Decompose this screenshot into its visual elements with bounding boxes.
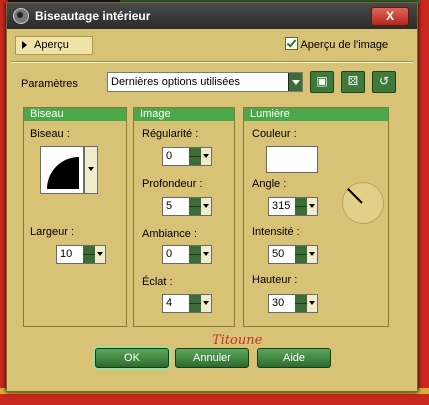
artist-signature: Titoune: [212, 333, 263, 348]
height-spinner[interactable]: 30: [268, 294, 308, 313]
floppy-disk-icon: ▣: [316, 74, 328, 88]
dice-icon: ⚄: [347, 74, 359, 88]
width-value: 10: [60, 248, 73, 260]
bevel-shape-dropdown[interactable]: [84, 146, 98, 194]
bevel-group-header: Biseau: [24, 108, 126, 121]
stepper-arrows[interactable]: [189, 246, 201, 263]
image-group: Image Régularité : 0 Profondeur : 5 Ambi…: [133, 107, 235, 327]
angle-dial[interactable]: [342, 182, 384, 224]
stepper-arrows[interactable]: [83, 246, 95, 263]
shine-dropdown[interactable]: [201, 294, 212, 313]
height-label: Hauteur :: [252, 274, 298, 286]
depth-label: Profondeur :: [142, 178, 203, 190]
width-label: Largeur :: [30, 226, 75, 238]
ok-button[interactable]: OK: [95, 348, 169, 368]
image-group-header: Image: [134, 108, 234, 121]
intensity-label: Intensité :: [252, 226, 300, 238]
intensity-dropdown[interactable]: [307, 245, 318, 264]
color-label: Couleur :: [252, 128, 297, 140]
angle-spinner[interactable]: 315: [268, 197, 308, 216]
stepper-arrows[interactable]: [189, 295, 201, 312]
ambience-value: 0: [166, 248, 173, 260]
randomize-button[interactable]: ⚄: [341, 71, 365, 93]
ambience-dropdown[interactable]: [201, 245, 212, 264]
shine-label: Éclat :: [142, 276, 173, 288]
height-dropdown[interactable]: [307, 294, 318, 313]
chevron-down-icon[interactable]: [288, 73, 302, 91]
shine-spinner[interactable]: 4: [162, 294, 202, 313]
regularity-label: Régularité :: [142, 128, 199, 140]
depth-spinner[interactable]: 5: [162, 197, 202, 216]
stepper-arrows[interactable]: [189, 148, 201, 165]
camera-icon: [13, 8, 29, 24]
intensity-spinner[interactable]: 50: [268, 245, 308, 264]
stepper-arrows[interactable]: [295, 198, 307, 215]
save-preset-button[interactable]: ▣: [310, 71, 334, 93]
angle-label: Angle :: [252, 178, 287, 190]
settings-label: Paramètres: [21, 78, 78, 90]
reset-icon: ↺: [378, 74, 390, 88]
reset-button[interactable]: ↺: [372, 71, 396, 93]
regularity-spinner[interactable]: 0: [162, 147, 202, 166]
width-dropdown[interactable]: [95, 245, 106, 264]
preview-button-label: Aperçu: [34, 39, 69, 51]
close-button[interactable]: X: [371, 7, 409, 26]
shine-value: 4: [166, 297, 173, 309]
depth-value: 5: [166, 200, 173, 212]
window-title: Biseautage intérieur: [35, 9, 151, 23]
regularity-value: 0: [166, 150, 173, 162]
image-preview-label: Aperçu de l'image: [300, 39, 389, 51]
stepper-arrows[interactable]: [295, 246, 307, 263]
height-value: 30: [272, 297, 285, 309]
intensity-value: 50: [272, 248, 285, 260]
title-bar[interactable]: Biseautage intérieur X: [7, 3, 417, 29]
angle-value: 315: [272, 200, 291, 212]
bevel-shape-preview[interactable]: [40, 146, 84, 194]
ambience-label: Ambiance :: [142, 228, 198, 240]
preset-select[interactable]: Dernières options utilisées: [107, 72, 303, 92]
help-button[interactable]: Aide: [257, 348, 331, 368]
regularity-dropdown[interactable]: [201, 147, 212, 166]
checkbox-checked-icon[interactable]: [285, 37, 298, 50]
angle-dropdown[interactable]: [307, 197, 318, 216]
light-group: Lumière Couleur : Angle : 315 Intensité …: [243, 107, 389, 327]
ambience-spinner[interactable]: 0: [162, 245, 202, 264]
background-red-bottom: [0, 394, 429, 405]
light-color-swatch[interactable]: [266, 146, 318, 173]
angle-needle-icon: [347, 188, 363, 204]
divider: [11, 61, 413, 63]
bevel-label: Biseau :: [30, 128, 70, 140]
bevel-shape-icon: [47, 157, 79, 189]
image-preview-checkbox[interactable]: Aperçu de l'image: [285, 37, 388, 51]
stepper-arrows[interactable]: [295, 295, 307, 312]
expand-arrow-icon: [22, 41, 27, 49]
stepper-arrows[interactable]: [189, 198, 201, 215]
preview-toggle-button[interactable]: Aperçu: [15, 36, 93, 55]
cancel-button[interactable]: Annuler: [175, 348, 249, 368]
bevel-dialog: Biseautage intérieur X Aperçu Aperçu de …: [6, 2, 418, 392]
light-group-header: Lumière: [244, 108, 388, 121]
bevel-group: Biseau Biseau : Largeur : 10: [23, 107, 127, 327]
width-spinner[interactable]: 10: [56, 245, 96, 264]
depth-dropdown[interactable]: [201, 197, 212, 216]
preset-value: Dernières options utilisées: [111, 76, 241, 88]
